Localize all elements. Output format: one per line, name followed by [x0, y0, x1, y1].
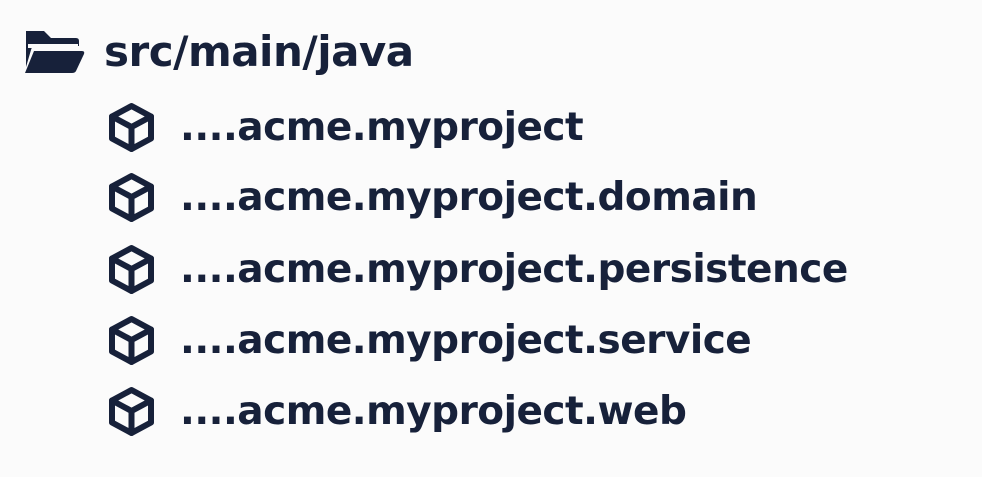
- package-label: ....acme.myproject.web: [180, 388, 687, 434]
- source-folder-label: src/main/java: [104, 27, 414, 76]
- package-label: ....acme.myproject.domain: [180, 174, 758, 220]
- package-node[interactable]: ....acme.myproject.service: [104, 313, 752, 368]
- package-icon: [104, 170, 159, 225]
- project-tree: src/main/java ....acme.myproject ....acm…: [0, 0, 982, 477]
- package-label: ....acme.myproject.persistence: [180, 246, 848, 292]
- package-node[interactable]: ....acme.myproject.persistence: [104, 243, 848, 295]
- source-folder-node[interactable]: src/main/java: [20, 26, 414, 78]
- package-icon: [104, 313, 159, 368]
- package-label: ....acme.myproject.service: [180, 317, 752, 363]
- package-icon: [104, 100, 159, 155]
- package-label: ....acme.myproject: [180, 104, 584, 150]
- package-node[interactable]: ....acme.myproject.domain: [104, 170, 758, 225]
- package-node[interactable]: ....acme.myproject: [104, 100, 584, 155]
- package-icon: [104, 384, 159, 439]
- package-icon: [104, 242, 159, 297]
- folder-open-icon: [20, 26, 86, 78]
- package-node[interactable]: ....acme.myproject.web: [104, 384, 687, 439]
